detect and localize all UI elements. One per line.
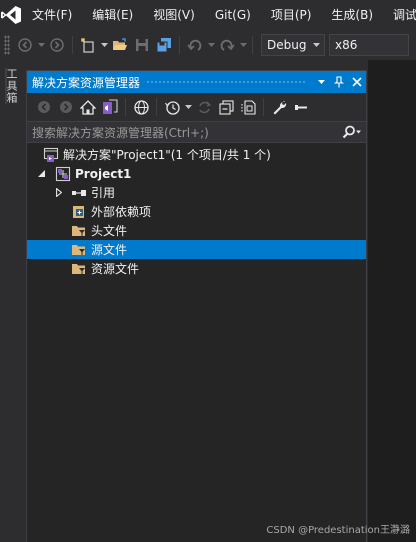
tree-node-label: 引用 <box>91 186 116 200</box>
new-project-icon[interactable] <box>77 34 99 56</box>
tree-node-label: 资源文件 <box>91 262 140 276</box>
menu-view[interactable]: 视图(V) <box>143 0 205 30</box>
menu-git[interactable]: Git(G) <box>205 0 261 30</box>
solution-explorer-title-bar[interactable]: 解决方案资源管理器 <box>27 71 366 93</box>
tree-node-header-files[interactable]: 头文件 <box>27 221 366 240</box>
solution-configuration-value: Debug <box>267 38 307 52</box>
watermark: CSDN @Predestination王瀞潞 <box>266 525 410 536</box>
toolbar-separator <box>263 98 264 116</box>
solution-explorer-panel: 解决方案资源管理器 搜索解决方案资源管理器(Ctrl+;) 解决方案"Proje… <box>26 70 367 542</box>
menu-items: 文件(F) 编辑(E) 视图(V) Git(G) 项目(P) 生成(B) 调试( <box>22 0 416 30</box>
tree-node-resource-files[interactable]: 资源文件 <box>27 259 366 278</box>
solution-explorer-search-input[interactable]: 搜索解决方案资源管理器(Ctrl+;) <box>27 121 366 143</box>
tree-node-references[interactable]: 引用 <box>27 183 366 202</box>
tree-node-source-files[interactable]: 源文件 <box>27 240 366 259</box>
tree-node-label: Project1 <box>75 166 132 181</box>
search-icon[interactable] <box>338 122 366 142</box>
solution-platform-dropdown[interactable]: x86 <box>329 34 409 56</box>
filter-folder-icon <box>71 261 87 277</box>
collapse-all-icon[interactable] <box>215 96 237 118</box>
tree-node-label: 外部依赖项 <box>91 205 152 219</box>
collapsed-triangle-icon[interactable] <box>53 183 65 202</box>
save-icon[interactable] <box>131 34 153 56</box>
chevron-down-icon <box>308 43 324 47</box>
new-project-dropdown-chevron-icon[interactable] <box>99 34 109 56</box>
pin-preview-icon[interactable] <box>290 96 312 118</box>
forward-icon[interactable] <box>46 34 68 56</box>
toolbar-separator <box>179 36 180 54</box>
history-icon[interactable] <box>161 96 183 118</box>
window-position-dropdown-icon[interactable] <box>312 71 330 93</box>
save-all-icon[interactable] <box>153 34 175 56</box>
solution-configuration-dropdown[interactable]: Debug <box>261 34 325 56</box>
redo-dropdown-chevron-icon[interactable] <box>238 34 248 56</box>
solution-icon <box>43 147 59 163</box>
vs-switch-view-icon[interactable] <box>99 96 121 118</box>
menu-bar: 文件(F) 编辑(E) 视图(V) Git(G) 项目(P) 生成(B) 调试( <box>0 0 416 30</box>
undo-dropdown-chevron-icon[interactable] <box>206 34 216 56</box>
globe-icon[interactable] <box>130 96 152 118</box>
references-icon <box>71 185 87 201</box>
home-icon[interactable] <box>77 96 99 118</box>
toolbar-grip[interactable] <box>4 35 10 55</box>
tree-node-label: 解决方案"Project1"(1 个项目/共 1 个) <box>63 148 271 162</box>
toolbar-separator <box>156 98 157 116</box>
show-all-files-icon[interactable] <box>237 96 259 118</box>
menu-debug[interactable]: 调试( <box>383 0 416 30</box>
close-icon[interactable] <box>348 71 366 93</box>
tree-node-label: 头文件 <box>91 224 128 238</box>
title-bar-grip <box>146 79 306 85</box>
toolbox-strip: 工具箱 <box>0 60 24 542</box>
menu-edit[interactable]: 编辑(E) <box>82 0 143 30</box>
external-dependencies-icon <box>71 204 87 220</box>
tree-node-label: 源文件 <box>91 243 128 257</box>
toolbar-separator <box>125 98 126 116</box>
toolbar-separator <box>72 36 73 54</box>
solution-explorer-toolbar <box>27 93 366 121</box>
tree-node-project[interactable]: Project1 <box>27 164 366 183</box>
undo-icon[interactable] <box>184 34 206 56</box>
tree-node-external-dependencies[interactable]: 外部依赖项 <box>27 202 366 221</box>
filter-folder-icon <box>71 242 87 258</box>
solution-tree: 解决方案"Project1"(1 个项目/共 1 个) Project1 引用 <box>27 143 366 278</box>
document-area <box>368 60 416 542</box>
back-icon[interactable] <box>33 96 55 118</box>
solution-platform-value: x86 <box>335 38 358 52</box>
visual-studio-logo-icon[interactable] <box>0 0 22 30</box>
toolbox-tab[interactable]: 工具箱 <box>5 68 19 104</box>
expanded-triangle-icon[interactable] <box>35 164 47 183</box>
tree-expander-empty <box>31 145 43 164</box>
back-dropdown-chevron-icon[interactable] <box>36 34 46 56</box>
history-dropdown-chevron-icon[interactable] <box>183 96 193 118</box>
search-placeholder: 搜索解决方案资源管理器(Ctrl+;) <box>32 125 209 140</box>
back-icon[interactable] <box>14 34 36 56</box>
auto-hide-pin-icon[interactable] <box>330 71 348 93</box>
filter-folder-icon <box>71 223 87 239</box>
toolbar-separator <box>252 36 253 54</box>
sync-icon[interactable] <box>193 96 215 118</box>
cpp-project-icon <box>55 166 71 182</box>
menu-file[interactable]: 文件(F) <box>22 0 82 30</box>
forward-icon[interactable] <box>55 96 77 118</box>
redo-icon[interactable] <box>216 34 238 56</box>
tree-node-solution[interactable]: 解决方案"Project1"(1 个项目/共 1 个) <box>27 145 366 164</box>
open-folder-icon[interactable] <box>109 34 131 56</box>
menu-build[interactable]: 生成(B) <box>321 0 383 30</box>
menu-project[interactable]: 项目(P) <box>261 0 322 30</box>
solution-explorer-title: 解决方案资源管理器 <box>32 75 141 90</box>
properties-wrench-icon[interactable] <box>268 96 290 118</box>
main-toolbar: Debug x86 <box>0 30 416 60</box>
